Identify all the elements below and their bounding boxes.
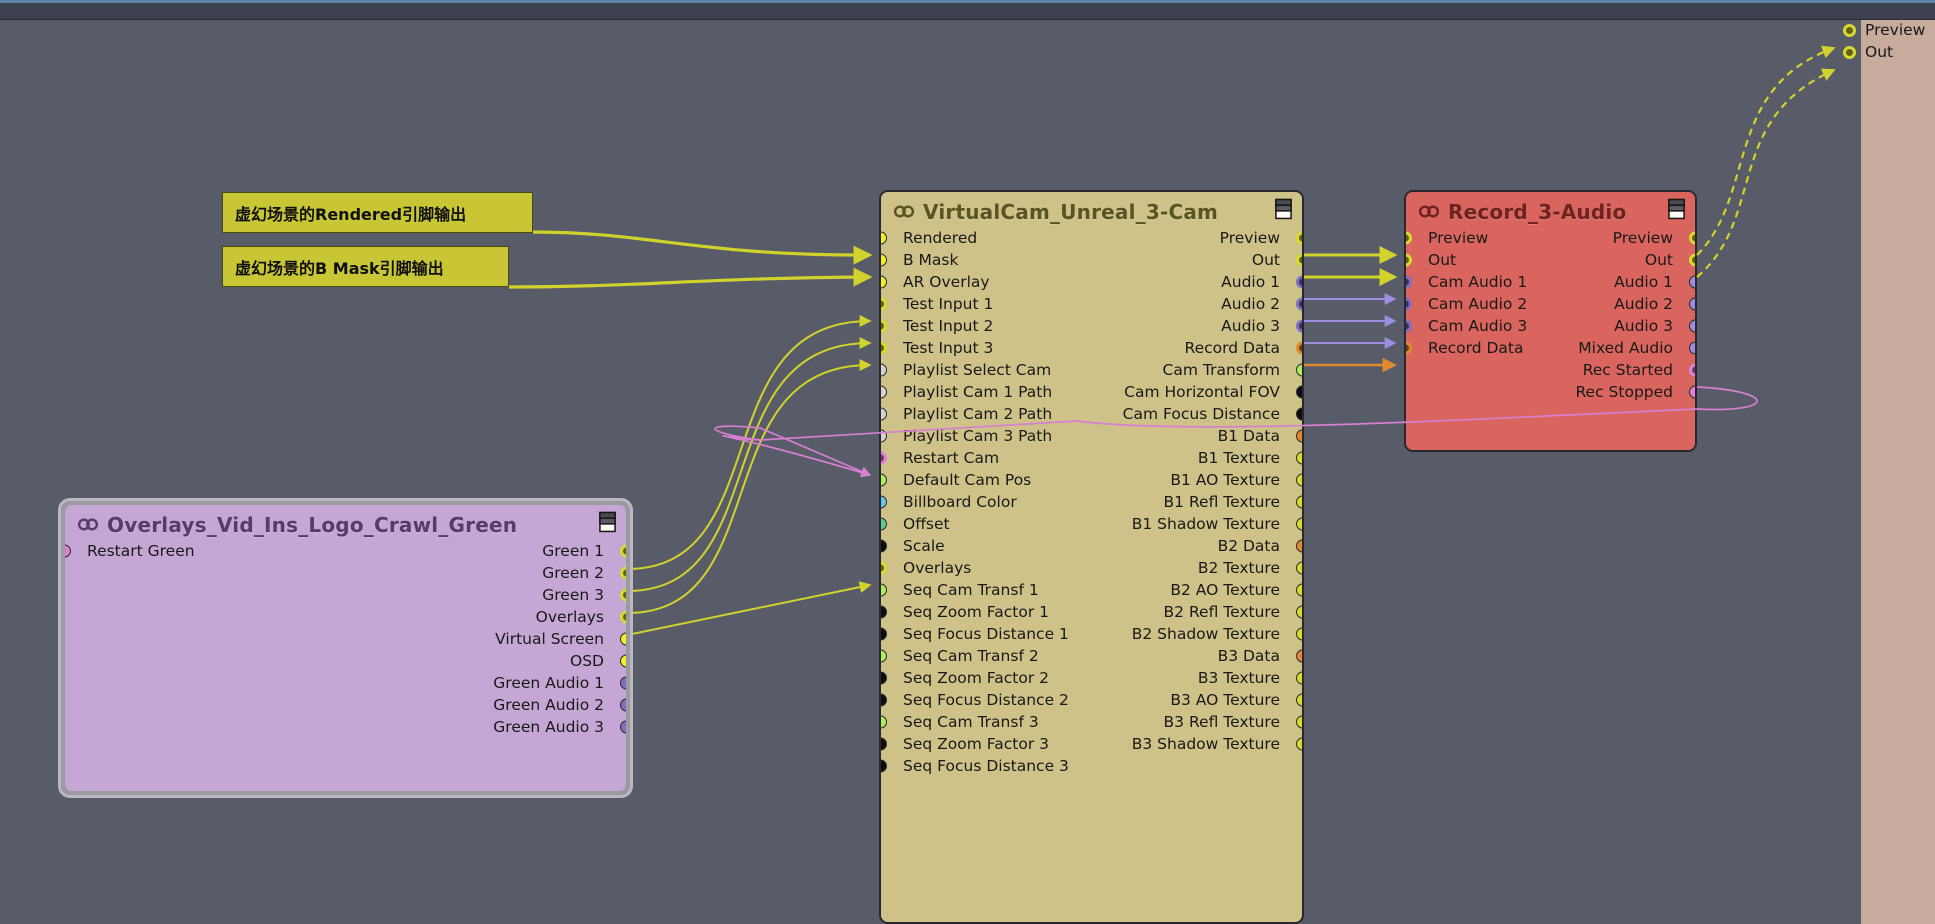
free-port-label: Out: [1865, 43, 1894, 61]
free-ports-container: Preview Out: [0, 0, 1935, 924]
free-port-out[interactable]: Out: [1843, 43, 1893, 61]
free-port-label: Preview: [1865, 21, 1926, 39]
port-dot[interactable]: [1843, 23, 1856, 37]
port-dot[interactable]: [1843, 45, 1856, 59]
free-port-preview[interactable]: Preview: [1843, 21, 1925, 39]
